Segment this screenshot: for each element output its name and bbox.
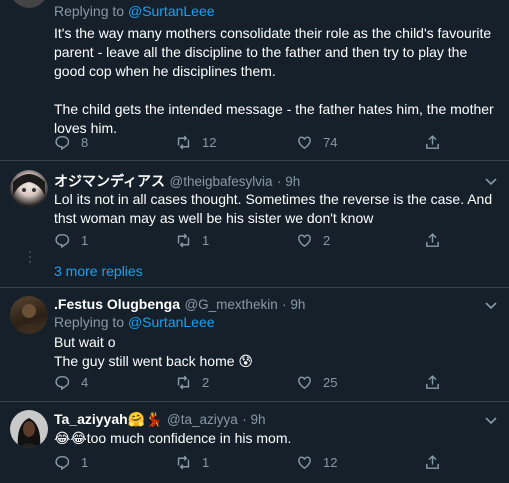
thread-dot [29,261,31,263]
share-button[interactable] [424,232,441,249]
replying-to-line: Replying to @SurtanLeee [54,3,215,19]
tweet-text: 😂😂too much confidence in his mom. [54,430,292,446]
handle[interactable]: @ta_aziyya [167,412,238,427]
reply-button[interactable]: 8 [54,134,88,151]
divider [0,401,509,402]
share-icon [426,455,439,469]
retweet-icon [177,135,190,150]
show-more-replies-link[interactable]: 3 more replies [54,263,143,279]
thread-dot [29,256,31,258]
thread-dot [29,251,31,253]
replying-to-line: Replying to @SurtanLeee [54,314,215,330]
heart-icon [298,376,311,390]
anime-avatar-icon [13,174,45,196]
replying-to-link[interactable]: @SurtanLeee [128,314,215,330]
reply-icon [55,136,70,151]
avatar[interactable] [10,0,48,8]
tweet-header: .Festus Olugbenga @G_mexthekin · 9h [54,296,305,314]
handle[interactable]: @theigbafesylvia [169,174,272,189]
handle[interactable]: @G_mexthekin [184,297,277,312]
avatar[interactable] [10,410,48,448]
heart-icon [298,456,311,470]
retweet-button[interactable]: 1 [175,454,209,471]
display-name[interactable]: .Festus Olugbenga [54,296,180,312]
like-button[interactable]: 2 [296,232,330,249]
person-avatar-icon [17,418,41,448]
share-button[interactable] [424,134,441,151]
chevron-down-icon[interactable] [485,176,497,188]
share-icon [426,135,439,149]
timestamp[interactable]: · 9h [282,297,305,312]
share-button[interactable] [424,374,441,391]
replying-to-link[interactable]: @SurtanLeee [128,3,215,19]
tweet-header: Ta_aziyyah🤗💃 @ta_aziyya · 9h [54,411,265,429]
avatar[interactable] [10,296,48,334]
divider [0,160,509,161]
retweet-icon [177,375,190,390]
tweet-text: It's the way many mothers consolidate th… [54,25,494,136]
retweet-button[interactable]: 1 [175,232,209,249]
tweet-text: But wait o The guy still went back home … [54,334,254,369]
reply-icon [55,234,70,249]
avatar[interactable] [10,170,48,208]
timestamp[interactable]: · 9h [242,412,265,427]
share-icon [426,233,439,247]
retweet-icon [177,455,190,470]
chevron-down-icon[interactable] [485,415,497,427]
like-button[interactable]: 74 [296,134,337,151]
reply-icon [55,456,70,471]
retweet-button[interactable]: 12 [175,134,216,151]
display-name[interactable]: オジマンディアス [54,173,165,189]
person-avatar-icon [15,304,43,334]
tweet-header: オジマンディアス @theigbafesylvia · 9h [54,171,300,191]
divider [0,287,509,288]
heart-icon [298,234,311,248]
reply-button[interactable]: 4 [54,374,88,391]
share-button[interactable] [424,454,441,471]
reply-icon [55,376,70,391]
timestamp[interactable]: · 9h [277,174,300,189]
like-button[interactable]: 25 [296,374,337,391]
retweet-button[interactable]: 2 [175,374,209,391]
chevron-down-icon[interactable] [485,300,497,312]
like-button[interactable]: 12 [296,454,337,471]
share-icon [426,375,439,389]
heart-icon [298,136,311,150]
display-name[interactable]: Ta_aziyyah🤗💃 [54,411,163,427]
retweet-icon [177,233,190,248]
reply-button[interactable]: 1 [54,232,88,249]
reply-button[interactable]: 1 [54,454,88,471]
tweet-text: Lol its not in all cases thought. Someti… [54,191,493,226]
